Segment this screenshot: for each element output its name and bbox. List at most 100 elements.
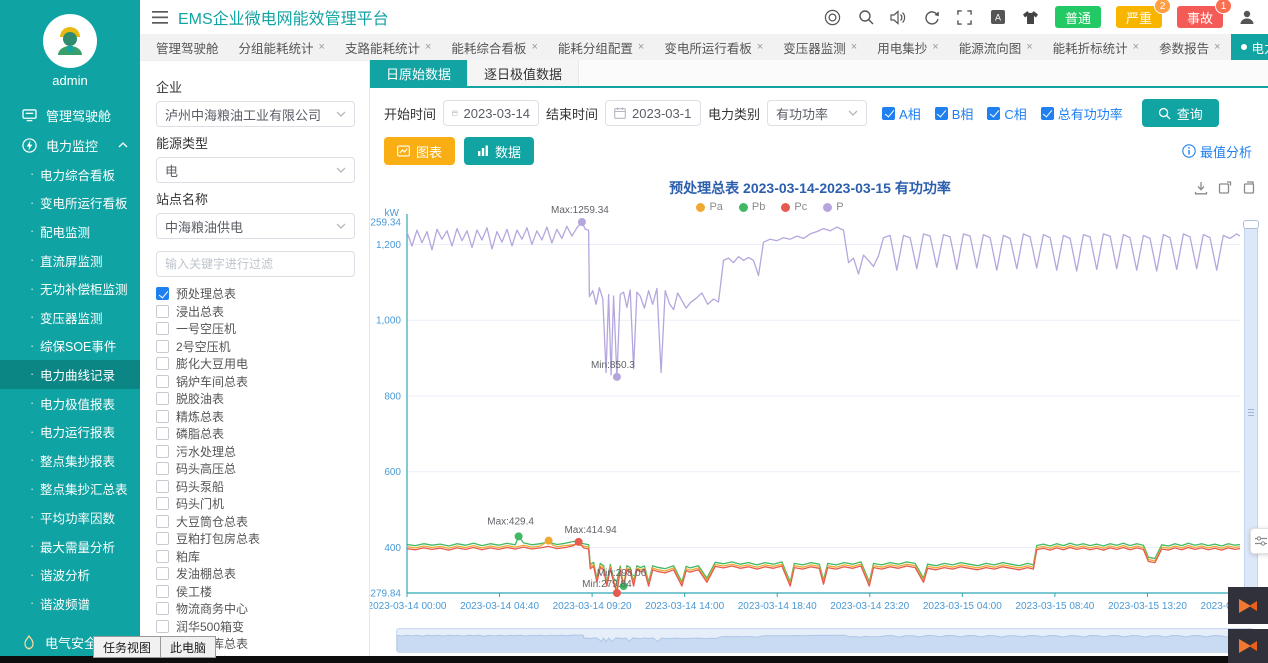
power-type-select[interactable]: 有功功率 bbox=[767, 100, 867, 126]
keyword-filter-input[interactable] bbox=[156, 251, 355, 277]
tab-close-icon[interactable]: × bbox=[1214, 41, 1220, 53]
query-button[interactable]: 查询 bbox=[1142, 99, 1219, 127]
screen-overlay-button[interactable] bbox=[1228, 629, 1268, 663]
download-icon[interactable] bbox=[1193, 180, 1208, 195]
meter-row[interactable]: 大豆筒仓总表 bbox=[156, 513, 355, 531]
checkbox-icon[interactable] bbox=[156, 462, 169, 475]
data-tab[interactable]: 逐日极值数据 bbox=[468, 60, 579, 86]
phase-checkbox[interactable]: B相 bbox=[935, 104, 974, 123]
data-zoom-reset-icon[interactable] bbox=[1217, 180, 1232, 195]
meter-row[interactable]: 预处理总表 bbox=[156, 285, 355, 303]
page-tab[interactable]: 变电所运行看板× bbox=[654, 34, 773, 60]
meter-row[interactable]: 锅炉车间总表 bbox=[156, 373, 355, 391]
sidebar-subitem[interactable]: ·谐波频谱 bbox=[0, 589, 140, 618]
sidebar-subitem[interactable]: ·变压器监测 bbox=[0, 303, 140, 332]
checkbox-icon[interactable] bbox=[156, 357, 169, 370]
meter-row[interactable]: 码头门机 bbox=[156, 495, 355, 513]
sidebar-item-power-monitor[interactable]: 电力监控 bbox=[0, 130, 140, 160]
translate-icon[interactable]: A bbox=[989, 8, 1007, 26]
tab-close-icon[interactable]: × bbox=[851, 41, 857, 53]
axis-settings-button[interactable] bbox=[1250, 528, 1268, 554]
hamburger-icon[interactable] bbox=[152, 11, 168, 24]
checkbox-icon[interactable] bbox=[156, 515, 169, 528]
sidebar-subitem[interactable]: ·无功补偿柜监测 bbox=[0, 274, 140, 303]
checkbox-icon[interactable] bbox=[156, 305, 169, 318]
sidebar-subitem[interactable]: ·整点集抄汇总表 bbox=[0, 475, 140, 504]
checkbox-icon[interactable] bbox=[156, 567, 169, 580]
checkbox-icon[interactable] bbox=[156, 602, 169, 615]
meter-row[interactable]: 码头泵船 bbox=[156, 478, 355, 496]
checkbox-icon[interactable] bbox=[156, 340, 169, 353]
data-tab[interactable]: 日原始数据 bbox=[370, 60, 468, 86]
tab-close-icon[interactable]: × bbox=[319, 41, 325, 53]
phase-checkbox[interactable]: A相 bbox=[882, 104, 921, 123]
sidebar-subitem[interactable]: ·变电所运行看板 bbox=[0, 189, 140, 218]
page-tab[interactable]: 参数报告× bbox=[1149, 34, 1230, 60]
horizontal-datazoom-brush[interactable] bbox=[396, 628, 1254, 653]
checkbox-icon[interactable] bbox=[156, 392, 169, 405]
checkbox-icon[interactable] bbox=[156, 620, 169, 633]
status-badge-severe[interactable]: 严重2 bbox=[1116, 6, 1162, 28]
page-tab[interactable]: 能耗折标统计× bbox=[1043, 34, 1149, 60]
sidebar-subitem[interactable]: ·平均功率因数 bbox=[0, 503, 140, 532]
checkbox-icon[interactable] bbox=[156, 497, 169, 510]
restore-icon[interactable] bbox=[1241, 180, 1256, 195]
user-icon[interactable] bbox=[1238, 8, 1256, 26]
checkbox-icon[interactable] bbox=[156, 585, 169, 598]
page-tab[interactable]: 能耗综合看板× bbox=[441, 34, 547, 60]
meter-row[interactable]: 物流商务中心 bbox=[156, 600, 355, 618]
theme-icon[interactable] bbox=[1022, 8, 1040, 26]
page-tab[interactable]: 分组能耗统计× bbox=[229, 34, 335, 60]
phase-checkbox[interactable]: 总有功功率 bbox=[1041, 104, 1123, 123]
chart-view-button[interactable]: 图表 bbox=[384, 137, 455, 165]
fullscreen-icon[interactable] bbox=[956, 8, 974, 26]
meter-row[interactable]: 磷脂总表 bbox=[156, 425, 355, 443]
page-tab[interactable]: 用电集抄× bbox=[867, 34, 948, 60]
meter-row[interactable]: 发油棚总表 bbox=[156, 565, 355, 583]
meter-row[interactable]: 浸出总表 bbox=[156, 303, 355, 321]
meter-row[interactable]: 一号空压机 bbox=[156, 320, 355, 338]
meter-row[interactable]: 侯工楼 bbox=[156, 583, 355, 601]
tab-close-icon[interactable]: × bbox=[1133, 41, 1139, 53]
tab-close-icon[interactable]: × bbox=[425, 41, 431, 53]
tab-close-icon[interactable]: × bbox=[638, 41, 644, 53]
tab-close-icon[interactable]: × bbox=[757, 41, 763, 53]
meter-row[interactable]: 2号空压机 bbox=[156, 338, 355, 356]
checkbox-icon[interactable] bbox=[156, 375, 169, 388]
sidebar-item-dashboard[interactable]: 管理驾驶舱 bbox=[0, 100, 140, 130]
status-badge-normal[interactable]: 普通 bbox=[1055, 6, 1101, 28]
end-date-input[interactable]: 2023-03-1 bbox=[605, 100, 701, 126]
volume-icon[interactable] bbox=[890, 8, 908, 26]
sidebar-subitem[interactable]: ·整点集抄报表 bbox=[0, 446, 140, 475]
sidebar-subitem[interactable]: ·电力极值报表 bbox=[0, 389, 140, 418]
chart-canvas[interactable]: 259.341,2001,000800600400279.84kW2023-03… bbox=[372, 210, 1260, 616]
page-tab[interactable]: 电力曲线记录× bbox=[1231, 34, 1268, 60]
meter-row[interactable]: 润华500箱变 bbox=[156, 618, 355, 636]
tab-close-icon[interactable]: × bbox=[531, 41, 537, 53]
sidebar-subitem[interactable]: ·综保SOE事件 bbox=[0, 332, 140, 361]
station-select[interactable]: 中海粮油供电 bbox=[156, 213, 355, 239]
enterprise-select[interactable]: 泸州中海粮油工业有限公司 bbox=[156, 101, 355, 127]
page-tab[interactable]: 管理驾驶舱 bbox=[146, 34, 229, 60]
meter-row[interactable]: 豆粕打包房总表 bbox=[156, 530, 355, 548]
sidebar-subitem[interactable]: ·直流屏监测 bbox=[0, 246, 140, 275]
refresh-icon[interactable] bbox=[923, 8, 941, 26]
checkbox-icon[interactable] bbox=[156, 322, 169, 335]
energy-type-select[interactable]: 电 bbox=[156, 157, 355, 183]
meter-row[interactable]: 脱胶油表 bbox=[156, 390, 355, 408]
page-tab[interactable]: 能源流向图× bbox=[949, 34, 1043, 60]
avatar[interactable] bbox=[43, 14, 97, 68]
checkbox-icon[interactable] bbox=[156, 480, 169, 493]
meter-row[interactable]: 精炼总表 bbox=[156, 408, 355, 426]
screen-overlay-button[interactable] bbox=[1228, 587, 1268, 624]
extreme-analysis-link[interactable]: 最值分析 bbox=[1182, 142, 1252, 161]
meter-row[interactable]: 污水处理总 bbox=[156, 443, 355, 461]
page-tab[interactable]: 支路能耗统计× bbox=[335, 34, 441, 60]
sidebar-subitem[interactable]: ·电力综合看板 bbox=[0, 160, 140, 189]
data-view-button[interactable]: 数据 bbox=[464, 137, 534, 165]
checkbox-icon[interactable] bbox=[156, 410, 169, 423]
tab-close-icon[interactable]: × bbox=[932, 41, 938, 53]
checkbox-icon[interactable] bbox=[156, 550, 169, 563]
meter-row[interactable]: 码头高压总 bbox=[156, 460, 355, 478]
page-tab[interactable]: 能耗分组配置× bbox=[548, 34, 654, 60]
